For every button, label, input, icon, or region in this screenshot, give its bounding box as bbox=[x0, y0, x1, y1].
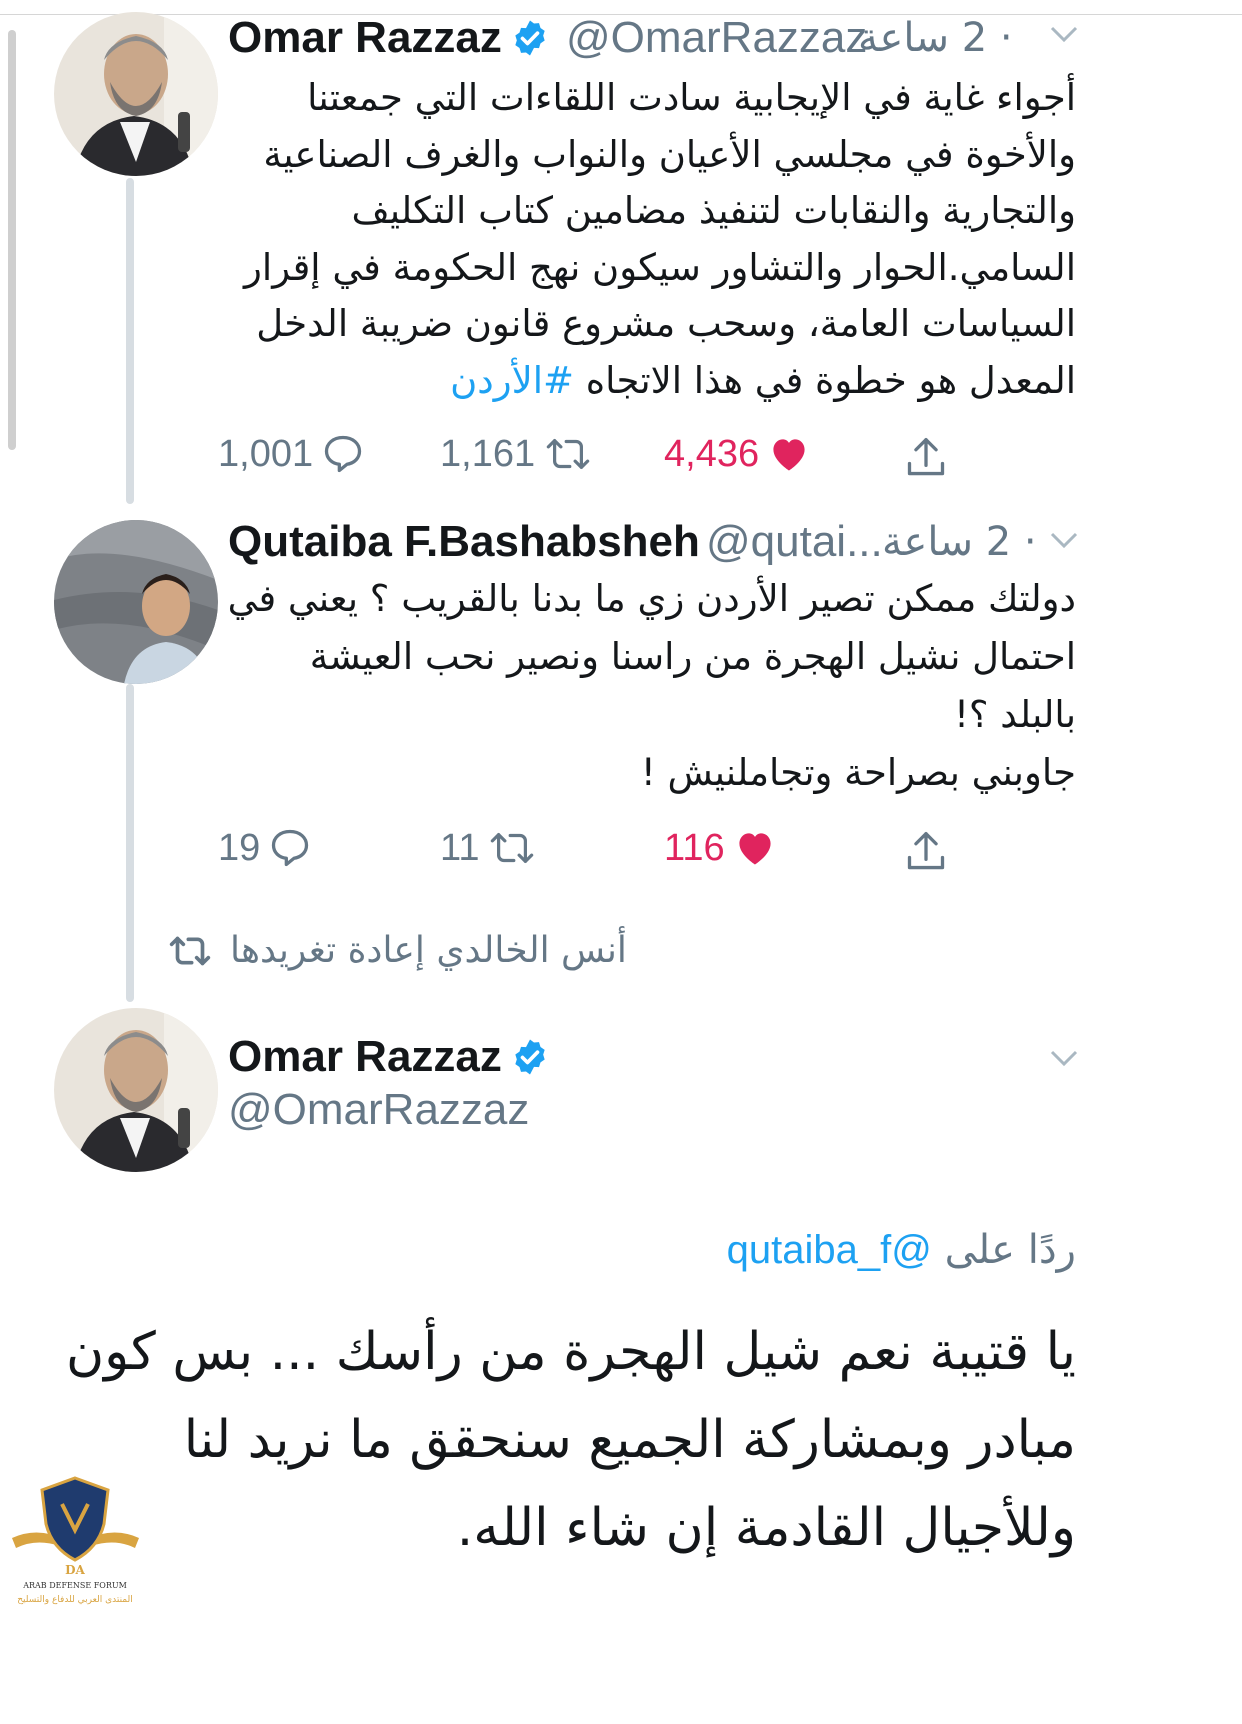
avatar-omar-razzaz[interactable] bbox=[54, 12, 218, 176]
reply-context: ردًا على @qutaiba_f bbox=[727, 1224, 1076, 1276]
share-button[interactable] bbox=[896, 822, 948, 882]
tweet-header: Omar Razzaz bbox=[228, 12, 550, 64]
share-button[interactable] bbox=[896, 428, 948, 488]
retweet-count: 11 bbox=[440, 826, 480, 869]
reply-prefix: ردًا على bbox=[944, 1227, 1076, 1273]
chevron-down-icon[interactable] bbox=[1046, 1040, 1082, 1085]
reply-button[interactable]: 1,001 bbox=[218, 424, 365, 484]
share-icon bbox=[907, 438, 945, 476]
tweet-header: Omar Razzaz bbox=[228, 1030, 550, 1084]
tweet-line: يا قتيبة نعم شيل الهجرة من رأسك ... بس ك… bbox=[65, 1322, 1076, 1382]
scrollbar[interactable] bbox=[8, 30, 16, 450]
author-name[interactable]: Omar Razzaz bbox=[228, 13, 502, 63]
author-name[interactable]: Omar Razzaz bbox=[228, 1032, 502, 1082]
verified-icon bbox=[515, 20, 545, 56]
chevron-down-icon[interactable] bbox=[1046, 522, 1082, 567]
author-name[interactable]: Qutaiba F.Bashabsheh bbox=[228, 517, 700, 566]
tweet-line: والأخوة في مجلسي الأعيان والنواب والغرف … bbox=[263, 132, 1076, 176]
retweet-icon bbox=[546, 439, 590, 469]
thread-line bbox=[126, 178, 134, 504]
reply-count: 19 bbox=[218, 826, 261, 869]
tweet-line: السياسات العامة، وسحب مشروع قانون ضريبة … bbox=[256, 302, 1076, 345]
tweet-line: المعدل هو خطوة في هذا الاتجاه #الأردن bbox=[450, 358, 1076, 402]
reply-mention-link[interactable]: @qutaiba_f bbox=[727, 1228, 932, 1272]
share-icon bbox=[907, 832, 945, 870]
watermark-monogram: DA bbox=[65, 1563, 85, 1577]
tweet-line: أجواء غاية في الإيجابية سادت اللقاءات ال… bbox=[307, 76, 1076, 119]
avatar-omar-razzaz[interactable] bbox=[54, 1008, 218, 1172]
hashtag-link[interactable]: #الأردن bbox=[450, 359, 574, 402]
heart-icon bbox=[739, 833, 771, 865]
tweet-line: والتجارية والنقابات لتنفيذ مضامين كتاب ا… bbox=[351, 189, 1076, 232]
watermark-name-en: ARAB DEFENSE FORUM bbox=[22, 1581, 127, 1590]
tweet-line: السامي.الحوار والتشاور سيكون نهج الحكومة… bbox=[244, 245, 1076, 289]
tweet-line: بالبلد ؟! bbox=[954, 693, 1076, 736]
tweet-line: وللأجيال القادمة إن شاء الله. bbox=[456, 1498, 1076, 1558]
like-button[interactable]: 4,436 bbox=[664, 424, 811, 484]
author-handle[interactable]: @OmarRazzaz bbox=[566, 12, 867, 64]
reply-icon bbox=[324, 435, 362, 473]
like-count: 4,436 bbox=[664, 432, 760, 475]
verified-icon bbox=[515, 1039, 545, 1075]
timestamp-text: 2 ساعة bbox=[882, 519, 1012, 565]
like-count: 116 bbox=[664, 826, 725, 869]
tweet-line: دولتك ممكن تصير الأردن زي ما بدنا بالقري… bbox=[227, 577, 1076, 620]
retweet-count: 1,161 bbox=[440, 432, 536, 475]
retweet-button[interactable]: 1,161 bbox=[440, 424, 593, 484]
watermark-name-ar: المنتدى العربي للدفاع والتسليح bbox=[17, 1595, 132, 1605]
tweet-header: Qutaiba F.Bashabsheh bbox=[228, 516, 700, 568]
tweet-text: أجواء غاية في الإيجابية سادت اللقاءات ال… bbox=[216, 70, 1076, 409]
heart-icon bbox=[773, 439, 805, 471]
timestamp-text: 2 ساعة bbox=[858, 15, 988, 61]
reply-count: 1,001 bbox=[218, 432, 314, 475]
tweet-text: دولتك ممكن تصير الأردن زي ما بدنا بالقري… bbox=[216, 570, 1076, 802]
retweet-icon bbox=[491, 833, 534, 863]
chevron-down-icon[interactable] bbox=[1046, 16, 1082, 61]
main-tweet-text: يا قتيبة نعم شيل الهجرة من رأسك ... بس ك… bbox=[65, 1308, 1076, 1572]
author-handle[interactable]: @qutai... bbox=[706, 516, 883, 568]
arab-defense-forum-logo: DA ARAB DEFENSE FORUM المنتدى العربي للد… bbox=[8, 1460, 143, 1720]
tweet-line: مبادر وبمشاركة الجميع سنحقق ما نريد لنا bbox=[183, 1410, 1076, 1470]
retweet-icon bbox=[169, 936, 211, 966]
avatar-qutaiba[interactable] bbox=[54, 520, 218, 684]
reply-button[interactable]: 19 bbox=[218, 818, 312, 878]
timestamp-separator: · bbox=[987, 15, 1013, 61]
tweet-line: جاوبني بصراحة وتجاملنيش ! bbox=[640, 751, 1076, 794]
author-handle[interactable]: @OmarRazzaz bbox=[228, 1084, 529, 1136]
tweet-timestamp[interactable]: · 2 ساعة bbox=[882, 516, 1037, 568]
retweeted-by[interactable] bbox=[166, 926, 214, 976]
tweet-line: احتمال نشيل الهجرة من راسنا ونصير نحب ال… bbox=[309, 635, 1076, 678]
retweet-button[interactable]: 11 bbox=[440, 818, 537, 878]
reply-icon bbox=[272, 829, 309, 867]
timestamp-separator: · bbox=[1011, 519, 1037, 565]
like-button[interactable]: 116 bbox=[664, 818, 777, 878]
thread-line bbox=[126, 684, 134, 1002]
tweet-timestamp[interactable]: · 2 ساعة bbox=[858, 12, 1013, 64]
retweeted-by-text: أنس الخالدي إعادة تغريدها bbox=[230, 930, 627, 971]
